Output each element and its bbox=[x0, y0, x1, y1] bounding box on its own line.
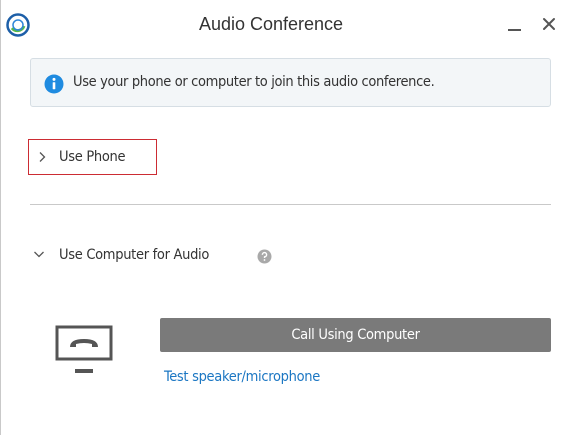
use-phone-label: Use Phone bbox=[59, 149, 126, 165]
use-phone-section-toggle[interactable]: Use Phone bbox=[28, 139, 157, 175]
use-computer-label: Use Computer for Audio bbox=[59, 247, 210, 263]
window-title: Audio Conference bbox=[198, 14, 344, 34]
chevron-right-icon bbox=[39, 152, 46, 162]
close-icon[interactable] bbox=[536, 11, 562, 37]
audio-conference-window: Audio Conference Use your phone or compu… bbox=[0, 0, 571, 435]
help-icon[interactable] bbox=[257, 249, 272, 264]
section-divider bbox=[30, 204, 551, 205]
title-bar: Audio Conference bbox=[1, 0, 571, 48]
info-message: Use your phone or computer to join this … bbox=[73, 74, 435, 90]
minimize-button[interactable] bbox=[504, 14, 526, 36]
chevron-down-icon bbox=[34, 251, 44, 258]
info-icon bbox=[44, 74, 64, 94]
use-computer-section-toggle[interactable]: Use Computer for Audio bbox=[30, 244, 290, 268]
call-using-computer-button[interactable]: Call Using Computer bbox=[160, 318, 551, 352]
test-speaker-microphone-link[interactable]: Test speaker/microphone bbox=[164, 369, 320, 385]
minimize-icon bbox=[508, 29, 521, 31]
computer-audio-icon bbox=[55, 325, 113, 373]
info-banner: Use your phone or computer to join this … bbox=[30, 58, 551, 107]
